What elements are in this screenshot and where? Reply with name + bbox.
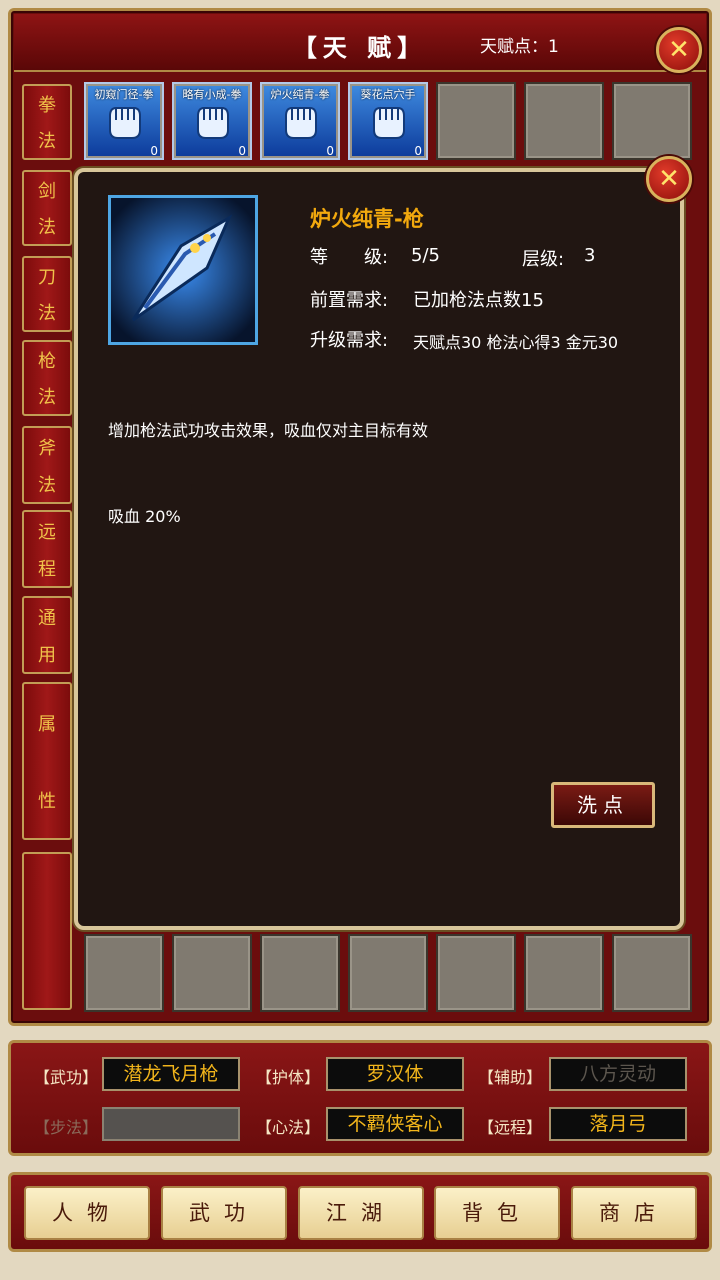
empty-slot[interactable] <box>612 82 692 160</box>
nav-bag-button[interactable]: 背包 <box>434 1186 560 1240</box>
empty-slot[interactable] <box>612 934 692 1012</box>
talent-slot[interactable]: 初窥门径-拳 0 <box>84 82 164 160</box>
empty-slot[interactable] <box>436 934 516 1012</box>
bufa-label: 【步法】 <box>34 1118 99 1137</box>
yuancheng-label: 【远程】 <box>478 1118 543 1137</box>
upgrade-label: 升级需求: <box>310 330 389 351</box>
page-title: 【天 赋】 <box>292 34 428 62</box>
fuzhu-value[interactable]: 八方灵动 <box>549 1057 687 1091</box>
tab-general[interactable]: 通用 <box>22 596 72 674</box>
talent-slot[interactable]: 葵花点穴手 0 <box>348 82 428 160</box>
level-label: 等 级: <box>310 247 389 268</box>
talent-screen: { "header": {"title": "【天 赋】", "points_l… <box>0 0 720 1280</box>
fist-icon <box>109 107 141 139</box>
fist-icon <box>285 107 317 139</box>
close-detail-button[interactable]: ✕ <box>646 156 692 202</box>
tab-spear[interactable]: 枪法 <box>22 340 72 416</box>
talent-slot[interactable]: 略有小成-拳 0 <box>172 82 252 160</box>
close-window-button[interactable]: ✕ <box>656 27 702 73</box>
wugong-label: 【武功】 <box>34 1068 99 1087</box>
tab-fist[interactable]: 拳法 <box>22 84 72 160</box>
skill-name: 炉火纯青-枪 <box>310 207 424 231</box>
upgrade-value: 天赋点30 枪法心得3 金元30 <box>413 333 619 352</box>
wugong-value[interactable]: 潜龙飞月枪 <box>102 1057 240 1091</box>
empty-slot[interactable] <box>84 934 164 1012</box>
spear-icon <box>111 198 255 342</box>
empty-slot[interactable] <box>348 934 428 1012</box>
tab-sword[interactable]: 剑法 <box>22 170 72 246</box>
nav-character-button[interactable]: 人物 <box>24 1186 150 1240</box>
nav-martial-arts-button[interactable]: 武功 <box>161 1186 287 1240</box>
empty-slot[interactable] <box>260 934 340 1012</box>
huti-value[interactable]: 罗汉体 <box>326 1057 464 1091</box>
talent-slot[interactable]: 炉火纯青-拳 0 <box>260 82 340 160</box>
empty-slot[interactable] <box>524 82 604 160</box>
tier-value: 3 <box>584 245 596 266</box>
nav-jianghu-button[interactable]: 江湖 <box>298 1186 424 1240</box>
reset-points-button[interactable]: 洗点 <box>551 782 655 828</box>
empty-slot[interactable] <box>524 934 604 1012</box>
skill-effect: 吸血 20% <box>108 507 181 526</box>
prereq-label: 前置需求: <box>310 290 389 311</box>
xinfa-label: 【心法】 <box>256 1118 321 1137</box>
close-icon: ✕ <box>658 164 680 194</box>
tier-label: 层级: <box>522 249 565 270</box>
tab-blade[interactable]: 刀法 <box>22 256 72 332</box>
huti-label: 【护体】 <box>256 1068 321 1087</box>
tab-empty[interactable] <box>22 852 72 1010</box>
close-icon: ✕ <box>668 35 690 65</box>
tab-axe[interactable]: 斧法 <box>22 426 72 504</box>
empty-slot[interactable] <box>172 934 252 1012</box>
skill-icon-frame <box>108 195 258 345</box>
talent-points: 天赋点：1 <box>480 37 559 57</box>
fuzhu-label: 【辅助】 <box>478 1068 543 1087</box>
empty-slot[interactable] <box>436 82 516 160</box>
bufa-value[interactable] <box>102 1107 240 1141</box>
level-value: 5/5 <box>411 245 440 266</box>
yuancheng-value[interactable]: 落月弓 <box>549 1107 687 1141</box>
xinfa-value[interactable]: 不羁侠客心 <box>326 1107 464 1141</box>
skill-description: 增加枪法武功攻击效果，吸血仅对主目标有效 <box>108 421 429 440</box>
tab-ranged[interactable]: 远程 <box>22 510 72 588</box>
tab-attributes[interactable]: 属性 <box>22 682 72 840</box>
fist-icon <box>373 107 405 139</box>
fist-icon <box>197 107 229 139</box>
prereq-value: 已加枪法点数15 <box>413 290 544 311</box>
nav-shop-button[interactable]: 商店 <box>571 1186 697 1240</box>
